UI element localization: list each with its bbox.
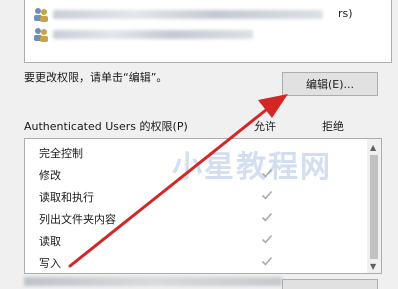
allow-check-icon: [261, 256, 273, 266]
users-list[interactable]: rs): [24, 0, 392, 63]
user-name-suffix: rs): [338, 7, 353, 20]
allow-check-icon: [261, 190, 273, 200]
users-icon: [34, 28, 48, 42]
users-icon: [34, 8, 48, 22]
scroll-up-arrow-icon[interactable]: ▲: [370, 143, 376, 152]
change-permissions-hint: 要更改权限，请单击“编辑”。: [24, 71, 168, 84]
permission-name: 完全控制: [39, 147, 83, 160]
permission-name: 读取和执行: [39, 191, 94, 204]
permission-row: 列出文件夹内容: [25, 207, 367, 229]
allow-check-icon: [261, 168, 273, 178]
permission-row: 完全控制: [25, 141, 367, 163]
permission-row: 修改: [25, 163, 367, 185]
user-list-item[interactable]: rs): [33, 6, 373, 22]
user-list-item[interactable]: [33, 26, 373, 42]
permission-name: 列出文件夹内容: [39, 213, 116, 226]
deny-column-header: 拒绝: [322, 120, 344, 133]
permission-row: 读取和执行: [25, 185, 367, 207]
permission-name: 修改: [39, 169, 61, 182]
permissions-scrollbar[interactable]: ▲ ▼: [367, 139, 381, 273]
permissions-list: 完全控制 修改 读取和执行 列出文件夹内容 读取 写入 ▲ ▼: [24, 138, 382, 274]
permissions-label: Authenticated Users 的权限(P): [24, 120, 188, 133]
allow-column-header: 允许: [254, 120, 276, 133]
edit-button[interactable]: 编辑(E)...: [282, 72, 378, 96]
scrollbar-thumb[interactable]: [370, 155, 378, 259]
permission-row: 读取: [25, 229, 367, 251]
user-name-blurred: [53, 10, 323, 19]
permission-row: 写入: [25, 251, 367, 273]
permission-name: 读取: [39, 235, 61, 248]
advanced-text-blurred: [24, 277, 282, 286]
scroll-down-arrow-icon[interactable]: ▼: [370, 262, 376, 271]
allow-check-icon: [261, 234, 273, 244]
user-name-blurred: [53, 30, 253, 39]
advanced-button[interactable]: [282, 279, 378, 289]
permission-name: 写入: [39, 257, 61, 270]
allow-check-icon: [261, 212, 273, 222]
